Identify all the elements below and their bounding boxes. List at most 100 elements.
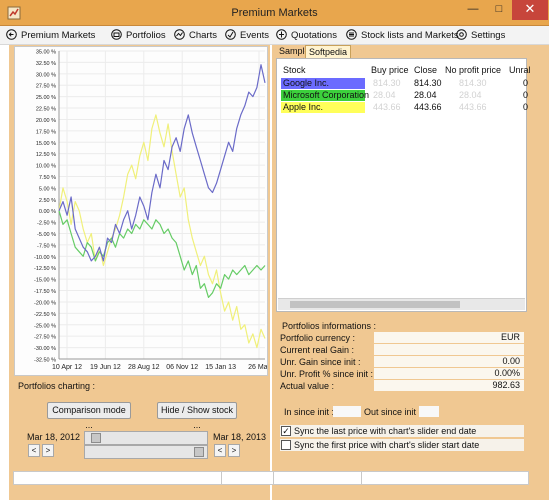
menu-label: Stock lists and Markets — [361, 30, 459, 41]
sync-first-price-option[interactable]: Sync the first price with chart's slider… — [280, 439, 524, 451]
x-tick-label: 26 Mar — [248, 364, 267, 371]
menu-charts[interactable]: Charts — [174, 28, 217, 43]
stock-name-cell: Google Inc. — [281, 78, 365, 89]
sync-first-price-checkbox[interactable] — [281, 440, 291, 450]
menu-quotations[interactable]: Quotations — [276, 28, 337, 43]
stock-name-cell: Microsoft Corporation — [281, 90, 370, 101]
actual-value-value: 982.63 — [374, 380, 524, 391]
column-header-buy-price[interactable]: Buy price — [371, 65, 409, 75]
y-tick-label: -5.00 % — [37, 232, 56, 238]
y-tick-label: -20.00 % — [34, 300, 56, 306]
slider-start-thumb[interactable] — [90, 433, 101, 443]
back-arrow-icon — [6, 29, 17, 40]
y-tick-label: 7.50 % — [39, 175, 56, 181]
table-row[interactable]: Google Inc. 814.30 814.30 814.30 0 — [281, 78, 528, 89]
column-header-no-profit-price[interactable]: No profit price — [445, 65, 501, 75]
sync-last-price-option[interactable]: ✓ Sync the last price with chart's slide… — [280, 425, 524, 437]
no-profit-price-cell: 443.66 — [459, 102, 487, 112]
status-divider — [361, 472, 362, 484]
date-range-slider-end[interactable] — [84, 445, 208, 459]
actual-value-label: Actual value : — [280, 381, 335, 391]
title-bar: Premium Markets — □ ✕ — [0, 0, 549, 26]
menu-label: Settings — [471, 30, 506, 41]
end-date-next-button[interactable]: > — [228, 444, 240, 457]
unrealized-cell: 0 — [523, 90, 529, 100]
menu-label: Charts — [189, 30, 217, 41]
unrealized-gain-label: Unr. Gain since init : — [280, 357, 361, 367]
series-line — [58, 210, 266, 298]
scrollbar-thumb[interactable] — [290, 301, 460, 308]
tab-softpedia[interactable]: Softpedia — [305, 45, 352, 58]
x-tick-label: 28 Aug 12 — [128, 364, 160, 371]
y-tick-label: 0.00 % — [39, 209, 56, 215]
start-date-prev-button[interactable]: < — [28, 444, 40, 457]
y-tick-label: 30.00 % — [36, 72, 56, 78]
events-icon — [225, 29, 236, 40]
series-line — [58, 64, 266, 262]
unrealized-profit-value: 0.00% — [374, 368, 524, 379]
portfolio-icon — [111, 29, 122, 40]
close-price-cell: 443.66 — [414, 102, 442, 112]
y-tick-label: -17.50 % — [34, 289, 56, 295]
y-tick-label: -25.00 % — [34, 323, 56, 329]
charting-label: Portfolios charting : — [18, 381, 96, 391]
x-tick-label: 15 Jan 13 — [205, 364, 236, 371]
menu-events[interactable]: Events — [225, 28, 269, 43]
start-date-next-button[interactable]: > — [42, 444, 54, 457]
close-price-cell: 814.30 — [414, 78, 442, 88]
chart-icon — [174, 29, 185, 40]
minimize-button[interactable]: — — [460, 0, 486, 20]
y-tick-label: -15.00 % — [34, 278, 56, 284]
y-tick-label: 12.50 % — [36, 152, 56, 158]
y-tick-label: -2.50 % — [37, 221, 56, 227]
y-tick-label: 22.50 % — [36, 107, 56, 113]
slider-end-thumb[interactable] — [193, 447, 204, 457]
menu-label: Quotations — [291, 30, 337, 41]
menu-label: Portfolios — [126, 30, 166, 41]
maximize-button[interactable]: □ — [486, 0, 512, 20]
status-bar — [13, 471, 529, 485]
out-since-init-value — [419, 406, 439, 417]
y-tick-label: -32.50 % — [34, 358, 56, 364]
buy-price-cell: 28.04 — [373, 90, 396, 100]
settings-icon — [456, 29, 467, 40]
menu-bar: Premium Markets Portfolios Charts Events… — [0, 26, 549, 45]
real-gain-label: Current real Gain : — [280, 345, 355, 355]
close-button[interactable]: ✕ — [512, 0, 548, 20]
y-tick-label: 35.00 % — [36, 50, 56, 56]
status-divider — [273, 472, 274, 484]
in-since-init-value — [333, 406, 361, 417]
y-tick-label: 20.00 % — [36, 118, 56, 124]
end-date-prev-button[interactable]: < — [214, 444, 226, 457]
menu-stock-lists[interactable]: Stock lists and Markets — [346, 28, 459, 43]
hide-show-stock-button[interactable]: Hide / Show stock ... — [157, 402, 237, 430]
stock-table: Stock Buy price Close No profit price Un… — [276, 58, 531, 312]
table-row[interactable]: Apple Inc. 443.66 443.66 443.66 0 — [281, 102, 528, 113]
y-tick-label: 25.00 % — [36, 95, 56, 101]
menu-premium-markets[interactable]: Premium Markets — [6, 28, 95, 43]
menu-portfolios[interactable]: Portfolios — [111, 28, 166, 43]
real-gain-value — [374, 344, 524, 355]
x-tick-label: 06 Nov 12 — [166, 364, 198, 371]
menu-settings[interactable]: Settings — [456, 28, 505, 43]
table-horizontal-scrollbar[interactable] — [278, 298, 525, 310]
column-header-stock[interactable]: Stock — [283, 65, 306, 75]
column-header-unrealized[interactable]: Unral — [509, 65, 531, 75]
portfolio-info-panel: Portfolios informations : Portfolio curr… — [276, 318, 527, 396]
date-range-slider-start[interactable] — [84, 431, 208, 445]
table-row[interactable]: Microsoft Corporation 28.04 28.04 28.04 … — [281, 90, 528, 101]
y-tick-label: -22.50 % — [34, 312, 56, 318]
y-tick-label: 27.50 % — [36, 84, 56, 90]
out-since-init-label: Out since init : — [364, 407, 422, 417]
series-line — [58, 114, 266, 349]
y-tick-label: -10.00 % — [34, 255, 56, 261]
unrealized-gain-value: 0.00 — [374, 356, 524, 367]
y-tick-label: 5.00 % — [39, 186, 56, 192]
sync-last-price-checkbox[interactable]: ✓ — [281, 426, 291, 436]
menu-label: Premium Markets — [21, 30, 96, 41]
y-tick-label: 17.50 % — [36, 129, 56, 135]
unrealized-cell: 0 — [523, 78, 529, 88]
comparison-mode-button[interactable]: Comparison mode ... — [47, 402, 131, 430]
column-header-close[interactable]: Close — [414, 65, 437, 75]
x-tick-label: 19 Jun 12 — [90, 364, 121, 371]
